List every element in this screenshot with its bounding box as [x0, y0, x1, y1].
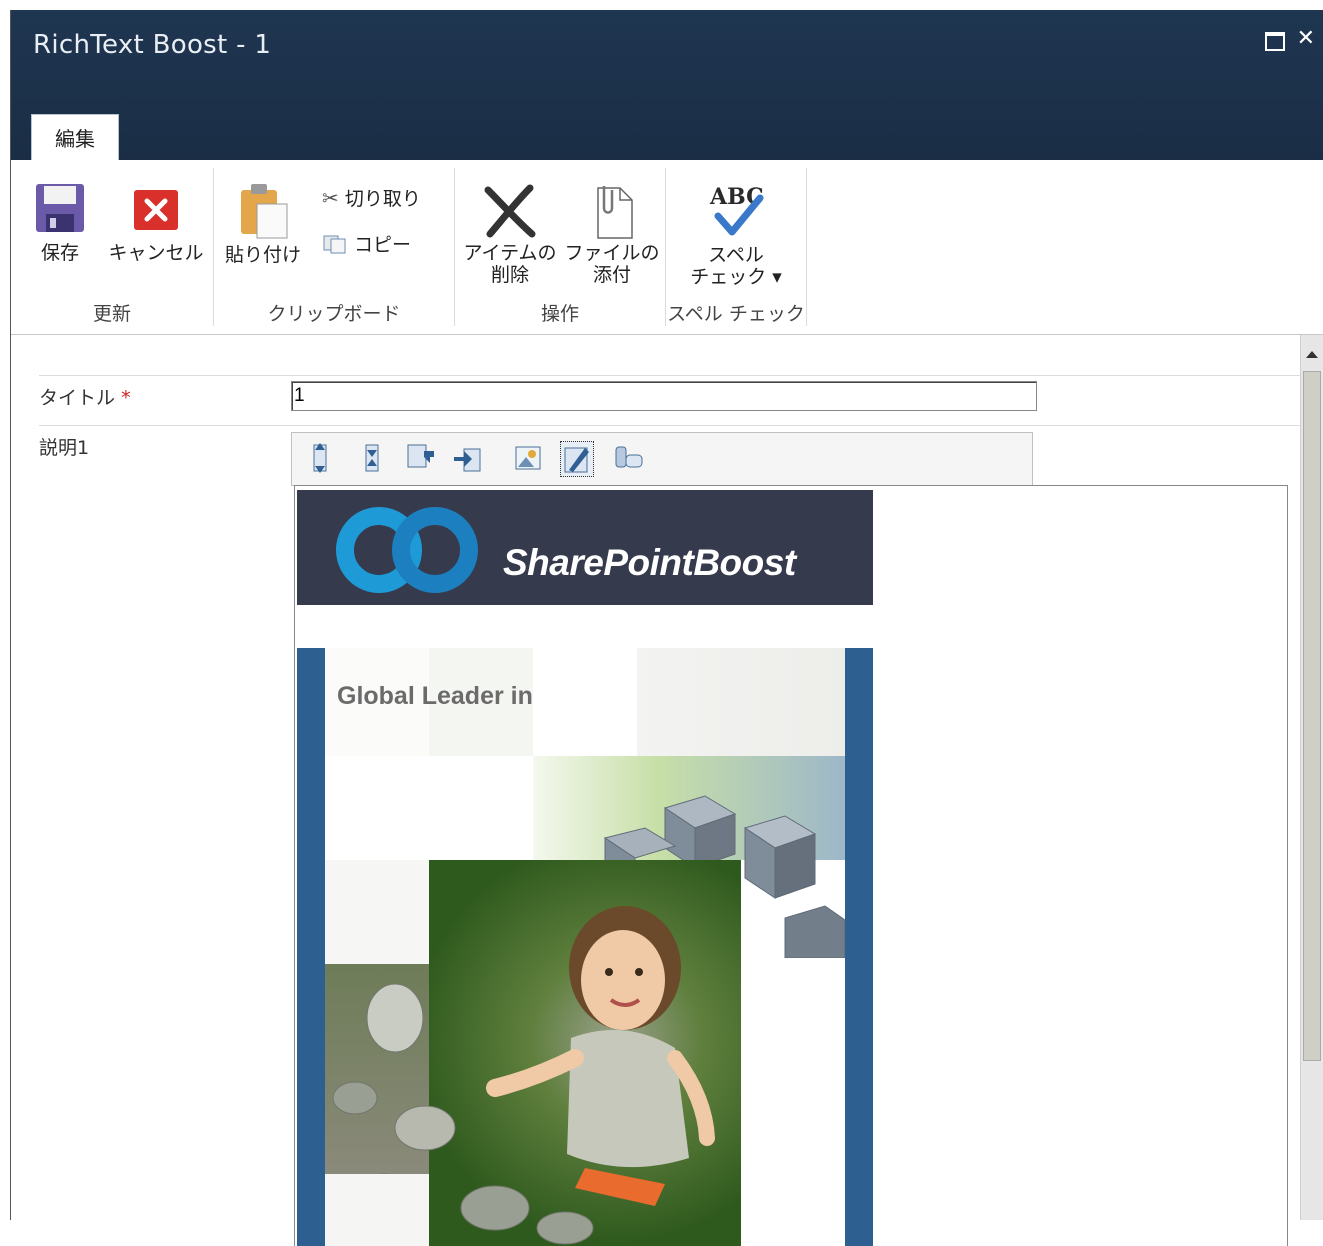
spell-check-button[interactable]: ABC スペル チェック ▾	[676, 182, 796, 288]
rich-text-toolbar	[291, 432, 1033, 486]
child-photo	[486, 906, 715, 1206]
paste-label: 貼り付け	[224, 244, 301, 266]
delete-item-button[interactable]: アイテムの 削除	[461, 182, 559, 286]
attach-file-button[interactable]: ファイルの 添付	[563, 182, 661, 286]
spell-check-label-2: チェック ▾	[690, 266, 782, 288]
sharepointboost-logo: SharePointBoost	[297, 490, 873, 605]
cut-icon: ✂	[322, 186, 339, 210]
row-divider	[39, 425, 1301, 426]
title-field-label: タイトル *	[39, 383, 131, 410]
image-icon[interactable]	[512, 441, 544, 475]
cancel-icon	[134, 190, 178, 230]
cancel-button[interactable]: キャンセル	[103, 182, 209, 264]
link-icon[interactable]	[612, 441, 644, 475]
delete-item-icon	[484, 184, 536, 238]
save-icon	[36, 184, 84, 232]
paste-button[interactable]: 貼り付け	[220, 182, 306, 266]
dialog-window: RichText Boost - 1 ✕ 編集 保存 キャンセル 更新 貼り付け…	[10, 10, 1323, 1246]
vertical-scrollbar[interactable]	[1300, 335, 1323, 1220]
insert-cell-icon[interactable]	[452, 441, 484, 475]
cut-button[interactable]: ✂ 切り取り	[322, 184, 421, 211]
title-label-text: タイトル	[39, 387, 116, 409]
tile	[637, 648, 845, 756]
cut-label: 切り取り	[344, 188, 421, 210]
insert-row-below-icon[interactable]	[356, 441, 388, 475]
group-label-update: 更新	[92, 303, 131, 325]
attach-file-label-1: ファイルの	[564, 242, 660, 264]
cancel-label: キャンセル	[108, 242, 204, 264]
logo-ring-icon	[336, 507, 478, 593]
tile	[325, 860, 429, 964]
brochure-title: Global Leader in	[337, 682, 533, 710]
ribbon-group-clipboard: 貼り付け ✂ 切り取り コピー クリップボード	[214, 168, 455, 326]
paste-icon	[241, 184, 288, 239]
ribbon: 保存 キャンセル 更新 貼り付け ✂ 切り取り コピー クリップボード アイテム…	[11, 160, 1323, 335]
spell-check-icon: ABC	[709, 184, 764, 236]
spell-check-label-1: スペル	[708, 244, 764, 266]
scrollbar-thumb[interactable]	[1303, 371, 1321, 1061]
insert-row-above-icon[interactable]	[304, 441, 336, 475]
ribbon-group-update: 保存 キャンセル 更新	[11, 168, 214, 326]
scroll-up-icon[interactable]	[1301, 343, 1323, 365]
required-mark: *	[121, 387, 131, 409]
title-bar: RichText Boost - 1 ✕ 編集	[11, 10, 1323, 161]
attach-file-label-2: 添付	[592, 264, 631, 286]
copy-label: コピー	[354, 234, 412, 256]
brochure-image: Global Leader in	[297, 648, 873, 1246]
close-icon[interactable]: ✕	[1297, 26, 1315, 51]
copy-icon	[323, 235, 346, 254]
ribbon-group-spellcheck: ABC スペル チェック ▾ スペル チェック	[666, 168, 807, 326]
maximize-icon[interactable]	[1265, 32, 1285, 51]
delete-item-label-1: アイテムの	[463, 242, 557, 264]
group-label-spellcheck: スペル チェック	[667, 303, 805, 325]
rich-text-editor[interactable]: SharePointBoost Global Leader in	[294, 485, 1288, 1246]
group-label-actions: 操作	[540, 303, 579, 325]
ribbon-group-actions: アイテムの 削除 ファイルの 添付 操作	[455, 168, 666, 326]
description-field-label: 説明1	[39, 437, 90, 459]
insert-column-icon[interactable]	[404, 441, 436, 475]
title-input[interactable]: 1	[291, 381, 1037, 411]
group-label-clipboard: クリップボード	[267, 303, 401, 325]
form-area: タイトル * 1 説明1 SharePointBoost Global Lead…	[11, 335, 1323, 1246]
tab-edit[interactable]: 編集	[31, 114, 119, 161]
edit-html-icon[interactable]	[560, 441, 594, 477]
delete-item-label-2: 削除	[490, 264, 529, 286]
attach-file-icon	[597, 186, 633, 239]
logo-text: SharePointBoost	[503, 542, 796, 583]
row-divider	[39, 375, 1301, 376]
copy-button[interactable]: コピー	[322, 230, 411, 257]
window-title: RichText Boost - 1	[33, 30, 272, 60]
tile	[325, 1174, 429, 1246]
save-label: 保存	[40, 242, 79, 264]
save-button[interactable]: 保存	[25, 182, 95, 264]
